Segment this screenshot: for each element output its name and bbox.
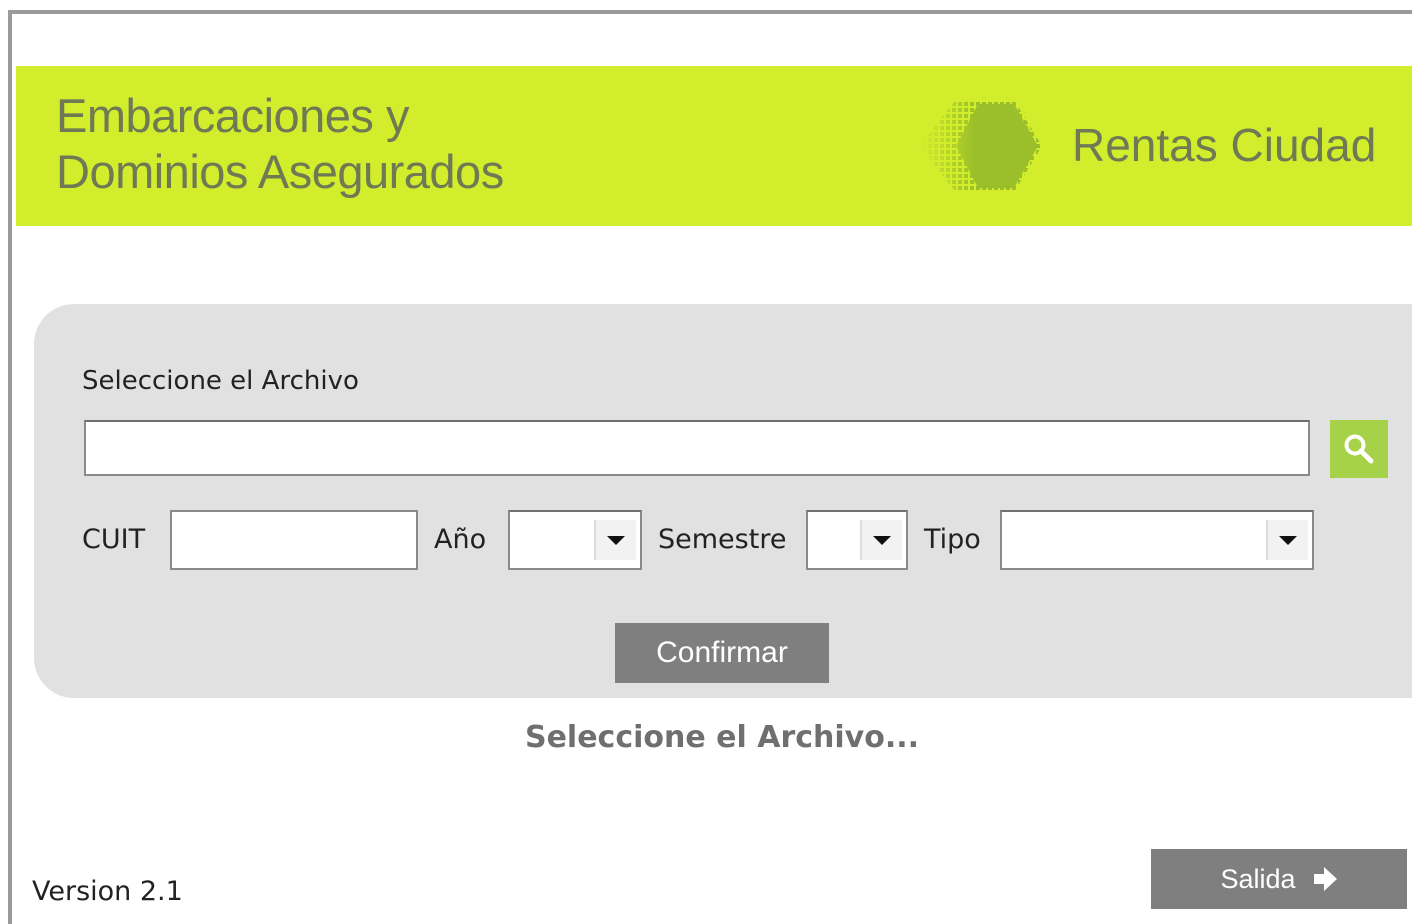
type-label: Tipo — [924, 524, 981, 555]
app-header: Embarcaciones y Dominios Asegurados Rent… — [16, 66, 1412, 226]
cuit-input[interactable] — [170, 510, 418, 570]
window-border-top — [8, 10, 1412, 14]
app-title: Embarcaciones y Dominios Asegurados — [56, 88, 504, 200]
chevron-down-icon — [1279, 535, 1297, 545]
semester-dropdown-arrow[interactable] — [860, 520, 902, 560]
upload-panel: Seleccione el Archivo CUIT Año Semestre … — [34, 304, 1412, 698]
cuit-label: CUIT — [82, 524, 146, 555]
browse-file-button[interactable] — [1330, 420, 1388, 478]
exit-button[interactable]: Salida — [1151, 849, 1407, 909]
file-path-input[interactable] — [84, 420, 1310, 476]
year-label: Año — [434, 524, 487, 555]
window-border-left — [8, 10, 12, 924]
exit-button-label: Salida — [1220, 863, 1296, 894]
year-dropdown-arrow[interactable] — [594, 520, 636, 560]
app-title-line2: Dominios Asegurados — [56, 145, 504, 198]
search-icon — [1344, 434, 1374, 464]
hexagon-logo-icon — [920, 100, 1042, 192]
type-select[interactable] — [1000, 510, 1314, 570]
arrow-right-icon — [1313, 867, 1337, 891]
type-dropdown-arrow[interactable] — [1266, 520, 1308, 560]
semester-select[interactable] — [806, 510, 908, 570]
app-title-line1: Embarcaciones y — [56, 89, 409, 142]
brand-name: Rentas Ciudad — [1072, 119, 1377, 171]
chevron-down-icon — [607, 535, 625, 545]
version-label: Version 2.1 — [32, 876, 183, 907]
status-message: Seleccione el Archivo... — [524, 720, 920, 755]
confirm-button[interactable]: Confirmar — [615, 623, 829, 683]
chevron-down-icon — [873, 535, 891, 545]
semester-label: Semestre — [658, 524, 787, 555]
file-label: Seleccione el Archivo — [82, 366, 359, 396]
year-select[interactable] — [508, 510, 642, 570]
